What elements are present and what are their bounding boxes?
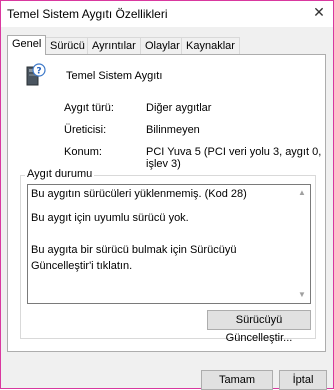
tab-olaylar[interactable]: Olaylar: [140, 37, 185, 54]
location-label: Konum:: [64, 146, 102, 158]
cancel-button[interactable]: İptal: [279, 370, 327, 390]
unknown-device-icon: ?: [26, 63, 46, 86]
tab-surucu[interactable]: Sürücü: [45, 37, 90, 54]
scroll-down-icon[interactable]: ▼: [294, 287, 310, 303]
device-type-label: Aygıt türü:: [64, 102, 114, 114]
manufacturer-value: Bilinmeyen: [146, 124, 200, 136]
properties-dialog: Temel Sistem Aygıtı Özellikleri ✕ Genel …: [0, 0, 334, 390]
window-title: Temel Sistem Aygıtı Özellikleri: [7, 7, 168, 21]
device-status-text: Bu aygıtın sürücüleri yüklenmemiş. (Kod …: [31, 186, 291, 274]
tab-ayrintilar[interactable]: Ayrıntılar: [87, 37, 141, 54]
manufacturer-label: Üreticisi:: [64, 124, 107, 136]
device-status-title: Aygıt durumu: [25, 168, 95, 180]
update-driver-button[interactable]: Sürücüyü Güncelleştir...: [207, 310, 311, 344]
close-button[interactable]: ✕: [305, 1, 333, 25]
general-tab-panel: ? Temel Sistem Aygıtı Aygıt türü: Diğer …: [7, 54, 326, 352]
status-scrollbar[interactable]: ▲ ▼: [294, 185, 310, 303]
ok-button[interactable]: Tamam: [201, 370, 273, 390]
tab-kaynaklar[interactable]: Kaynaklar: [181, 37, 240, 54]
device-type-value: Diğer aygıtlar: [146, 102, 212, 114]
scroll-up-icon[interactable]: ▲: [294, 185, 310, 201]
device-name: Temel Sistem Aygıtı: [66, 70, 163, 82]
status-line-2: Bu aygıt için uyumlu sürücü yok.: [31, 212, 189, 224]
tab-genel[interactable]: Genel: [7, 35, 47, 55]
title-bar: Temel Sistem Aygıtı Özellikleri ✕: [1, 1, 333, 27]
device-status-group: Aygıt durumu Bu aygıtın sürücüleri yükle…: [20, 168, 316, 344]
location-value: PCI Yuva 5 (PCI veri yolu 3, aygıt 0, iş…: [146, 146, 322, 170]
status-line-1: Bu aygıtın sürücüleri yüklenmemiş. (Kod …: [31, 188, 247, 200]
status-line-3: Bu aygıta bir sürücü bulmak için Sürücüy…: [31, 244, 237, 272]
device-status-textbox[interactable]: Bu aygıtın sürücüleri yüklenmemiş. (Kod …: [27, 184, 311, 304]
svg-text:?: ?: [36, 67, 41, 77]
